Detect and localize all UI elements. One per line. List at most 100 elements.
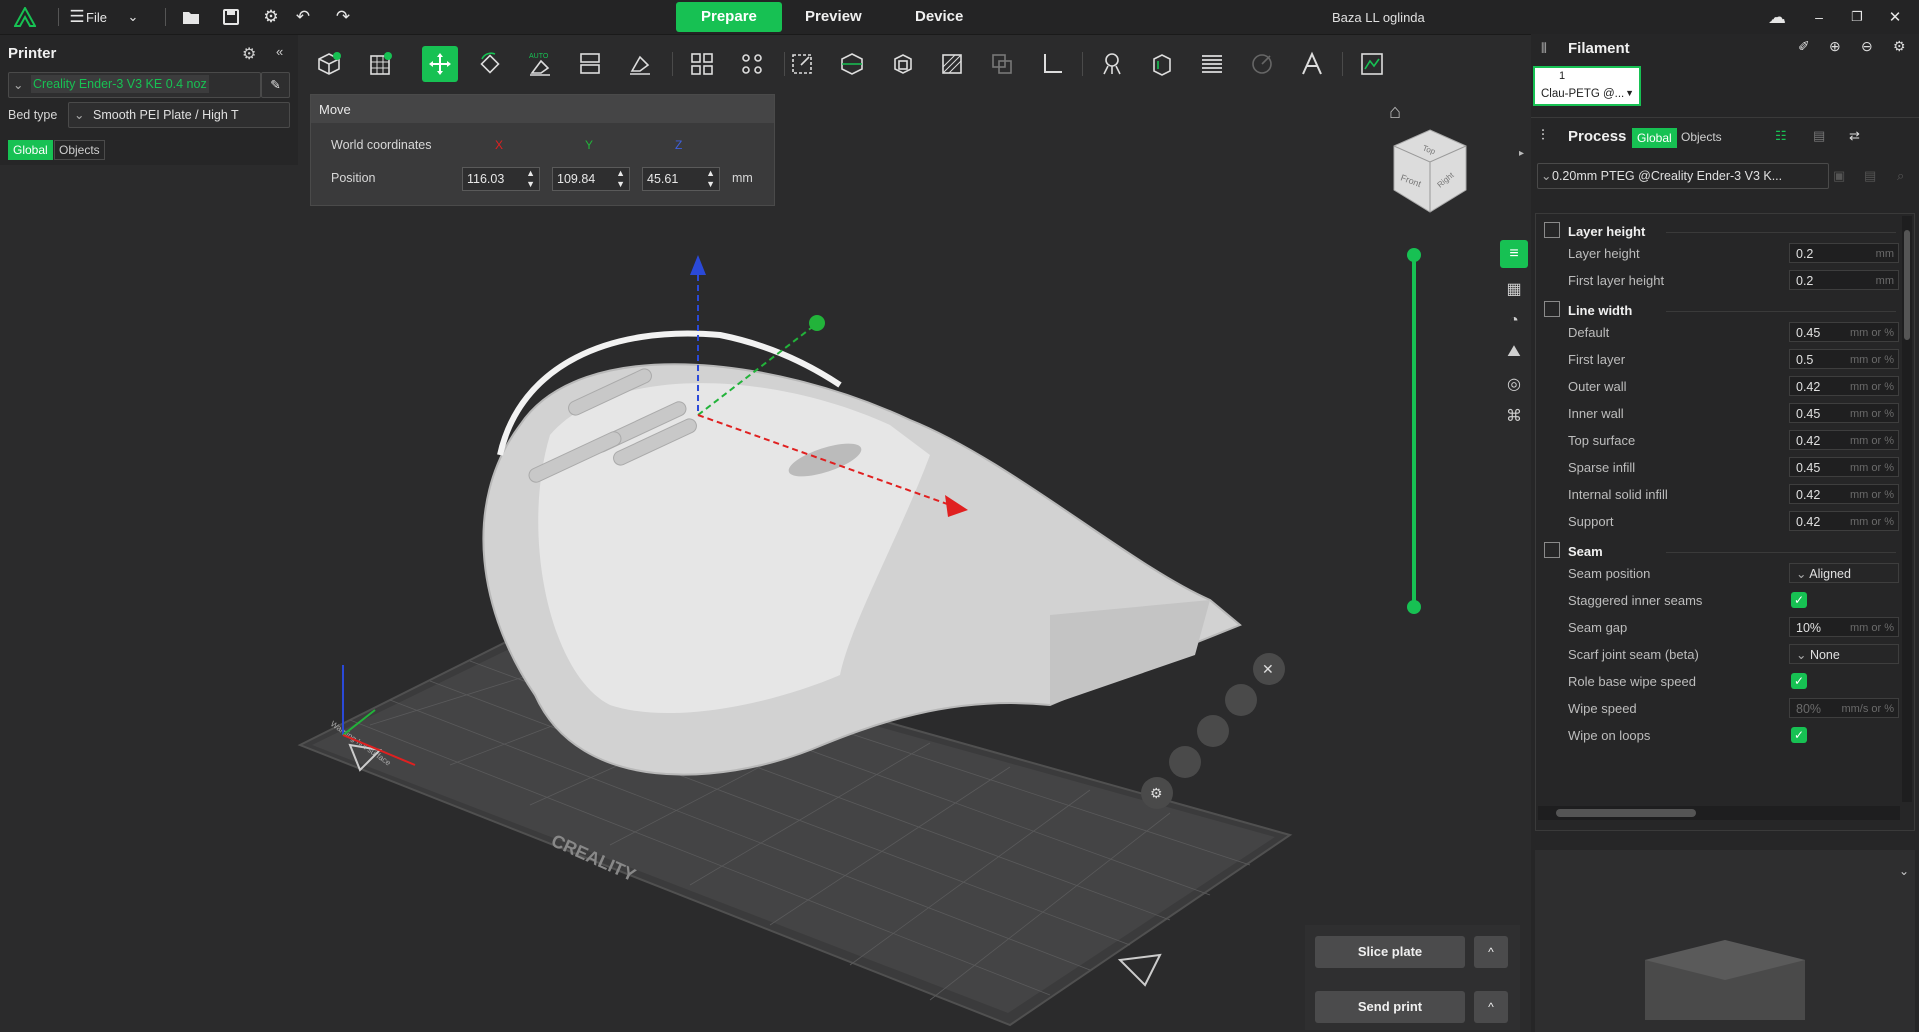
send-options-button[interactable]: ^ (1474, 991, 1508, 1023)
setting-input[interactable]: 80% mm/s or % (1789, 698, 1899, 718)
support-painting-icon[interactable] (1094, 46, 1130, 82)
auto-arrange-icon[interactable] (1197, 715, 1229, 747)
viewport-3d[interactable]: CREALITY Warning hot surface ✕ ⚙ (250, 205, 1500, 1032)
auto-orient-icon[interactable]: AUTO (522, 46, 558, 82)
printer-select[interactable]: ⌄ Creality Ender-3 V3 KE 0.4 noz (8, 72, 261, 98)
boolean-tool-icon[interactable] (884, 46, 920, 82)
text-tool-icon[interactable] (1294, 46, 1330, 82)
spin-arrows-icon[interactable]: ▲ ▼ (616, 168, 625, 190)
setting-select[interactable]: ⌄ Aligned (1789, 563, 1899, 583)
filament-slot-1[interactable]: 1 Clau-PETG @... ▼ (1533, 66, 1641, 106)
mirror-housing-model[interactable] (482, 330, 1242, 776)
multimaterial-settings-icon[interactable]: ⌘ (1503, 405, 1525, 427)
add-filament-icon[interactable]: ⊕ (1829, 38, 1841, 55)
process-preset-select[interactable]: ⌄ 0.20mm PTEG @Creality Ender-3 V3 K... (1537, 163, 1829, 189)
strength-settings-icon[interactable]: ▦ (1503, 278, 1525, 300)
home-view-icon[interactable]: ⌂ (1389, 101, 1401, 124)
lock-icon[interactable] (1169, 746, 1201, 778)
cloud-upload-icon[interactable]: ☁ (1766, 6, 1788, 28)
section-header[interactable]: Layer height (1544, 222, 1645, 244)
process-toggle-objects[interactable]: Objects (1677, 128, 1726, 146)
variable-layer-height-icon[interactable] (1194, 46, 1230, 82)
horizontal-scrollbar-thumb[interactable] (1556, 809, 1696, 817)
assembly-view-icon[interactable] (1354, 46, 1390, 82)
gear-icon[interactable]: ⚙ (260, 6, 282, 28)
tab-prepare[interactable]: Prepare (676, 2, 782, 32)
setting-checkbox[interactable]: ✓ (1791, 727, 1807, 743)
add-plate-icon[interactable] (362, 46, 398, 82)
add-object-icon[interactable] (311, 46, 347, 82)
object-list-icon[interactable] (1225, 684, 1257, 716)
setting-input[interactable]: 0.2 mm (1789, 243, 1899, 263)
layer-slider-track[interactable] (1412, 255, 1416, 607)
color-painting-icon[interactable] (1244, 46, 1280, 82)
app-logo-icon[interactable] (14, 6, 36, 28)
rename-preset-icon[interactable]: ▤ (1864, 168, 1876, 184)
process-toggle-global[interactable]: Global (1632, 128, 1677, 148)
setting-input[interactable]: 0.45 mm or % (1789, 403, 1899, 423)
mesh-boolean-icon[interactable] (984, 46, 1020, 82)
move-tool-icon[interactable] (422, 46, 458, 82)
send-print-button[interactable]: Send print (1315, 991, 1465, 1023)
tab-preview[interactable]: Preview (780, 2, 887, 32)
setting-input[interactable]: 0.5 mm or % (1789, 349, 1899, 369)
setting-checkbox[interactable]: ✓ (1791, 592, 1807, 608)
setting-checkbox[interactable]: ✓ (1791, 673, 1807, 689)
setting-input[interactable]: 0.45 mm or % (1789, 457, 1899, 477)
setting-input[interactable]: 0.42 mm or % (1789, 376, 1899, 396)
arrange-icon[interactable] (572, 46, 608, 82)
position-z-input[interactable]: 45.61 ▲ ▼ (642, 167, 720, 191)
toggle-global[interactable]: Global (8, 140, 53, 160)
chevron-down-icon[interactable]: ⌄ (122, 6, 144, 28)
search-icon[interactable]: ⌕ (1897, 168, 1904, 184)
z-axis-arrow-icon[interactable] (690, 255, 706, 275)
tab-device[interactable]: Device (890, 2, 988, 32)
save-icon[interactable] (220, 6, 242, 28)
close-icon[interactable]: ✕ (1884, 6, 1906, 28)
restore-icon[interactable]: ❐ (1846, 6, 1868, 28)
vertical-scrollbar[interactable] (1902, 216, 1912, 802)
seam-painting-icon[interactable] (1144, 46, 1180, 82)
filament-brush-icon[interactable]: ✐ (1798, 38, 1810, 55)
open-folder-icon[interactable] (180, 6, 202, 28)
filament-settings-icon[interactable]: ⚙ (1893, 38, 1906, 55)
setting-input[interactable]: 10% mm or % (1789, 617, 1899, 637)
cut-tool-icon[interactable] (834, 46, 870, 82)
expand-panel-icon[interactable]: ▸ (1519, 148, 1524, 159)
speed-settings-icon[interactable]: ◔ (1503, 310, 1525, 332)
collapse-thumbnail-icon[interactable]: ⌄ (1899, 864, 1909, 878)
position-x-input[interactable]: 116.03 ▲ ▼ (462, 167, 540, 191)
spin-arrows-icon[interactable]: ▲ ▼ (706, 168, 715, 190)
split-parts-icon[interactable] (734, 46, 770, 82)
split-objects-icon[interactable] (684, 46, 720, 82)
view-cube[interactable]: Top Front Right (1390, 128, 1470, 214)
layer-slider-top-handle[interactable] (1407, 248, 1421, 262)
section-header[interactable]: Line width (1544, 301, 1632, 323)
lay-on-face-icon[interactable] (622, 46, 658, 82)
setting-input[interactable]: 0.42 mm or % (1789, 511, 1899, 531)
layer-slider-bottom-handle[interactable] (1407, 600, 1421, 614)
setting-input[interactable]: 0.45 mm or % (1789, 322, 1899, 342)
printer-settings-icon[interactable]: ⚙ (242, 44, 256, 64)
position-y-input[interactable]: 109.84 ▲ ▼ (552, 167, 630, 191)
collapse-panel-icon[interactable]: « (276, 44, 283, 59)
edit-printer-button[interactable]: ✎ (261, 72, 290, 98)
save-preset-icon[interactable]: ▣ (1833, 168, 1845, 184)
remove-filament-icon[interactable]: ⊖ (1861, 38, 1873, 55)
spin-arrows-icon[interactable]: ▲ ▼ (526, 168, 535, 190)
toggle-objects[interactable]: Objects (54, 140, 105, 160)
rotate-tool-icon[interactable] (472, 46, 508, 82)
y-axis-arrow-icon[interactable] (809, 315, 825, 331)
horizontal-scrollbar[interactable] (1538, 806, 1900, 820)
paint-support-icon[interactable] (934, 46, 970, 82)
swap-icon[interactable]: ⇄ (1849, 128, 1860, 144)
setting-input[interactable]: 0.42 mm or % (1789, 484, 1899, 504)
setting-select[interactable]: ⌄ None (1789, 644, 1899, 664)
redo-icon[interactable]: ↷ (332, 6, 354, 28)
slice-plate-button[interactable]: Slice plate (1315, 936, 1465, 968)
slice-options-button[interactable]: ^ (1474, 936, 1508, 968)
setting-input[interactable]: 0.2 mm (1789, 270, 1899, 290)
menu-icon[interactable]: ☰ (66, 6, 88, 28)
support-settings-icon[interactable]: ⛰ (1503, 341, 1525, 363)
bed-type-select[interactable]: ⌄ Smooth PEI Plate / High T (68, 102, 290, 128)
